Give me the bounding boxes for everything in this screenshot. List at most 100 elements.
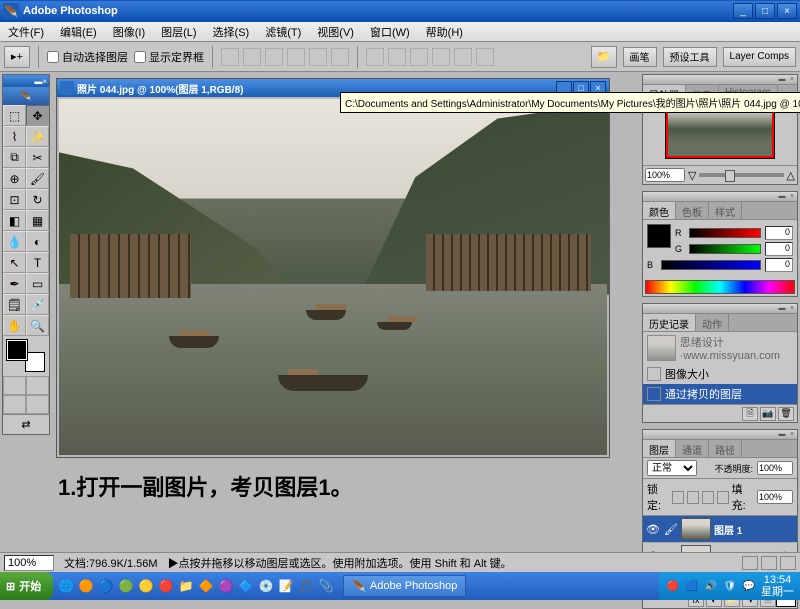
zoom-input[interactable] — [645, 168, 685, 182]
new-doc-icon[interactable]: 🗎 — [742, 407, 758, 421]
close-icon[interactable]: × — [42, 77, 47, 86]
tab-layers[interactable]: 图层 — [643, 440, 676, 457]
history-brush-tool[interactable]: ↻ — [26, 189, 49, 210]
tray-icon[interactable]: 🟦 — [684, 578, 700, 594]
gradient-tool[interactable]: ▦ — [26, 210, 49, 231]
tab-actions[interactable]: 动作 — [696, 314, 729, 331]
clock[interactable]: 13:54 星期一 — [761, 574, 794, 598]
visibility-icon[interactable]: 👁 — [645, 521, 661, 537]
menu-layer[interactable]: 图层(L) — [157, 22, 200, 42]
collapse-icon[interactable]: ▬ — [777, 193, 787, 201]
history-step[interactable]: 图像大小 — [643, 364, 797, 384]
tab-paths[interactable]: 路径 — [709, 440, 742, 457]
fill-input[interactable] — [757, 490, 793, 504]
screen-mode-1[interactable] — [3, 395, 26, 414]
spectrum-bar[interactable] — [645, 280, 795, 294]
tray-icon[interactable]: 🔴 — [665, 578, 681, 594]
ql-icon[interactable]: 🔷 — [237, 576, 255, 596]
menu-edit[interactable]: 编辑(E) — [56, 22, 101, 42]
collapse-icon[interactable]: ▬ — [34, 77, 42, 86]
canvas[interactable] — [57, 97, 609, 457]
b-value[interactable]: 0 — [765, 258, 793, 272]
type-tool[interactable]: T — [26, 252, 49, 273]
lock-pos-icon[interactable] — [702, 491, 714, 504]
zoom-in-icon[interactable]: △ — [787, 169, 795, 182]
eraser-tool[interactable]: ◧ — [3, 210, 26, 231]
minimize-button[interactable]: _ — [733, 3, 753, 19]
layer-row-selected[interactable]: 👁 🖌 图层 1 — [643, 516, 797, 543]
tab-color[interactable]: 颜色 — [643, 202, 676, 219]
ql-ie-icon[interactable]: 🌐 — [57, 576, 75, 596]
tray-icon[interactable]: 💬 — [741, 578, 757, 594]
zoom-out-icon[interactable]: ▽ — [688, 169, 696, 182]
ql-icon[interactable]: 🟡 — [137, 576, 155, 596]
r-slider[interactable] — [689, 228, 761, 238]
ql-icon[interactable]: 💿 — [257, 576, 275, 596]
close-icon[interactable]: × — [787, 305, 797, 313]
close-icon[interactable]: × — [787, 431, 797, 439]
tab-styles[interactable]: 样式 — [709, 202, 742, 219]
layer-name[interactable]: 图层 1 — [714, 522, 742, 537]
tool-preset-icon[interactable]: ▸+ — [4, 46, 30, 68]
screen-mode-2[interactable] — [26, 395, 49, 414]
status-icon[interactable] — [742, 556, 758, 570]
toolbox-header[interactable]: ▬× — [3, 75, 49, 87]
tray-icon[interactable]: 🔊 — [703, 578, 719, 594]
lock-trans-icon[interactable] — [672, 491, 684, 504]
status-icon[interactable] — [761, 556, 777, 570]
opacity-input[interactable] — [757, 461, 793, 475]
brushes-palette-button[interactable]: 画笔 — [623, 47, 657, 67]
lasso-tool[interactable]: ⌇ — [3, 126, 26, 147]
collapse-icon[interactable]: ▬ — [777, 305, 787, 313]
lock-all-icon[interactable] — [717, 491, 729, 504]
crop-tool[interactable]: ⧉ — [3, 147, 26, 168]
g-slider[interactable] — [689, 244, 761, 254]
history-step-selected[interactable]: 通过拷贝的图层 — [643, 384, 797, 404]
layercomps-palette-button[interactable]: Layer Comps — [723, 47, 796, 67]
tab-swatches[interactable]: 色板 — [676, 202, 709, 219]
snapshot-icon[interactable]: 📷 — [760, 407, 776, 421]
ql-icon[interactable]: 🔵 — [97, 576, 115, 596]
zoom-slider[interactable] — [699, 173, 783, 177]
ql-icon[interactable]: 🟣 — [217, 576, 235, 596]
standard-mode[interactable] — [3, 376, 26, 395]
stamp-tool[interactable]: ⊡ — [3, 189, 26, 210]
ql-icon[interactable]: 📎 — [317, 576, 335, 596]
color-swatches[interactable] — [5, 338, 47, 374]
blend-mode-select[interactable]: 正常 — [647, 460, 697, 476]
collapse-icon[interactable]: ▬ — [777, 431, 787, 439]
brush-tool[interactable]: 🖌 — [26, 168, 49, 189]
path-tool[interactable]: ↖ — [3, 252, 26, 273]
zoom-tool[interactable]: 🔍 — [26, 315, 49, 336]
menu-view[interactable]: 视图(V) — [313, 22, 358, 42]
slice-tool[interactable]: ✂ — [26, 147, 49, 168]
hand-tool[interactable]: ✋ — [3, 315, 26, 336]
ql-icon[interactable]: 🔴 — [157, 576, 175, 596]
panel-header[interactable]: ▬× — [643, 192, 797, 202]
trash-icon[interactable]: 🗑 — [778, 407, 794, 421]
notes-tool[interactable]: 🗒 — [3, 294, 26, 315]
blur-tool[interactable]: 💧 — [3, 231, 26, 252]
r-value[interactable]: 0 — [765, 226, 793, 240]
link-icon[interactable]: 🖌 — [664, 523, 678, 536]
menu-filter[interactable]: 滤镜(T) — [261, 22, 305, 42]
start-button[interactable]: ⊞ 开始 — [0, 572, 53, 600]
heal-tool[interactable]: ⊕ — [3, 168, 26, 189]
taskbar-item[interactable]: 🪶 Adobe Photoshop — [343, 575, 466, 597]
panel-header[interactable]: ▬× — [643, 304, 797, 314]
dodge-tool[interactable]: ◐ — [26, 231, 49, 252]
ql-icon[interactable]: 🟢 — [117, 576, 135, 596]
menu-file[interactable]: 文件(F) — [4, 22, 48, 42]
ql-icon[interactable]: 📁 — [177, 576, 195, 596]
close-icon[interactable]: × — [787, 76, 797, 84]
show-bounds-checkbox[interactable]: 显示定界框 — [134, 49, 204, 65]
panel-header[interactable]: ▬× — [643, 75, 797, 85]
menu-help[interactable]: 帮助(H) — [422, 22, 467, 42]
menu-window[interactable]: 窗口(W) — [366, 22, 414, 42]
filebrowser-icon[interactable]: 📁 — [591, 46, 617, 68]
ql-icon[interactable]: 🎵 — [297, 576, 315, 596]
collapse-icon[interactable]: ▬ — [777, 76, 787, 84]
marquee-tool[interactable]: ⬚ — [3, 105, 26, 126]
ql-icon[interactable]: 📝 — [277, 576, 295, 596]
foreground-color[interactable] — [7, 340, 27, 360]
